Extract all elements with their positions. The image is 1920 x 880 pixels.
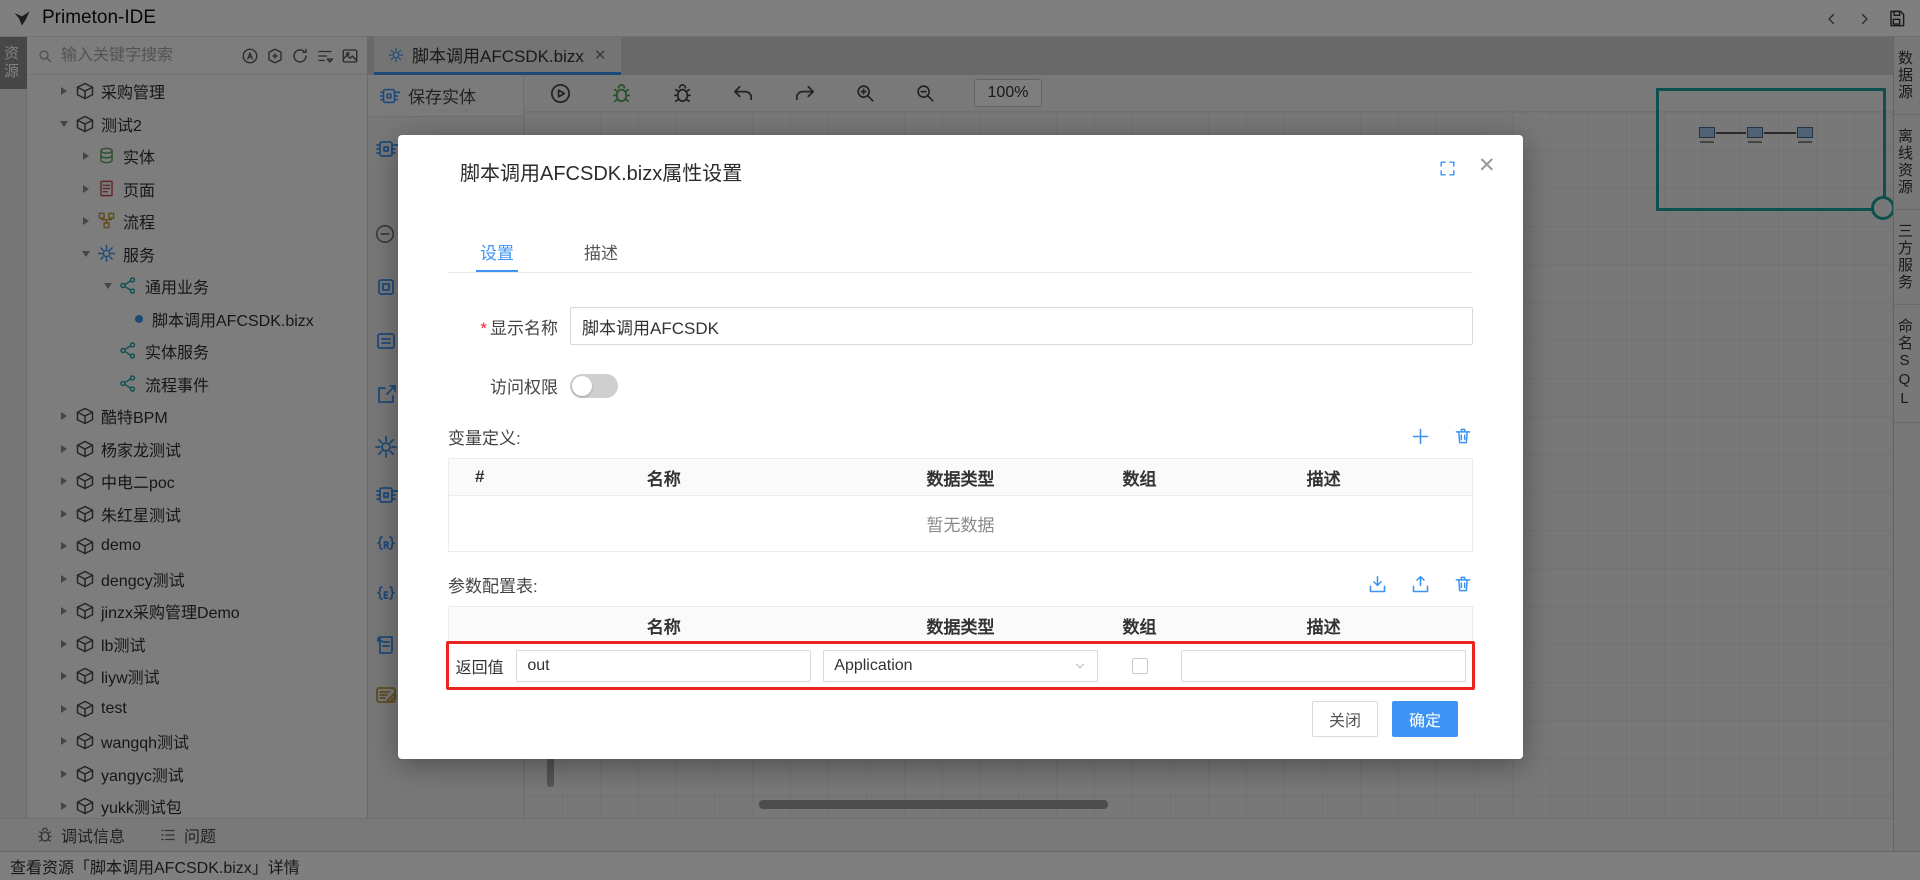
add-variable-icon[interactable]	[1410, 426, 1431, 447]
required-asterisk: *	[480, 319, 487, 338]
params-table-header: 名称 数据类型 数组 描述	[449, 607, 1472, 644]
access-label: 访问权限	[448, 373, 558, 398]
param-kind: 返回值	[449, 644, 510, 687]
display-name-row: *显示名称	[448, 307, 1473, 345]
chevron-down-icon	[1073, 659, 1087, 673]
close-button[interactable]: 关闭	[1312, 701, 1378, 737]
display-name-label: *显示名称	[448, 314, 558, 339]
export-params-icon[interactable]	[1410, 574, 1431, 595]
primeton-ide-window: Primeton-IDE 资源 采购管理 测试2 实体 页面	[0, 0, 1920, 880]
delete-param-icon[interactable]	[1453, 574, 1473, 595]
import-params-icon[interactable]	[1367, 574, 1388, 595]
column-header: 数组	[1104, 607, 1176, 643]
params-label: 参数配置表:	[448, 572, 538, 597]
column-header: 名称	[510, 607, 817, 643]
param-datatype-value: Application	[834, 657, 912, 675]
column-header: 描述	[1175, 459, 1472, 495]
ok-button[interactable]: 确定	[1392, 701, 1458, 737]
tab-description[interactable]: 描述	[580, 231, 622, 272]
display-name-input[interactable]	[570, 307, 1473, 345]
column-header: 描述	[1175, 607, 1472, 643]
properties-dialog: 脚本调用AFCSDK.bizx属性设置 ✕ 设置 描述 *显示名称 访问权限 变…	[398, 135, 1523, 759]
empty-state: 暂无数据	[449, 496, 1472, 552]
column-header: 名称	[510, 459, 817, 495]
dialog-title: 脚本调用AFCSDK.bizx属性设置	[460, 157, 742, 186]
tab-settings[interactable]: 设置	[476, 231, 518, 272]
params-table: 名称 数据类型 数组 描述 返回值 Application	[448, 606, 1473, 688]
param-description-input[interactable]	[1181, 650, 1466, 682]
column-header	[449, 607, 510, 643]
param-array-checkbox[interactable]	[1132, 658, 1148, 674]
dialog-tabs: 设置 描述	[448, 231, 1473, 273]
column-header: 数组	[1104, 459, 1176, 495]
variables-table: # 名称 数据类型 数组 描述 暂无数据	[448, 458, 1473, 552]
param-row-return-value: 返回值 Application	[449, 644, 1472, 688]
column-header: 数据类型	[817, 607, 1103, 643]
param-datatype-select[interactable]: Application	[823, 650, 1097, 682]
fullscreen-icon[interactable]	[1438, 159, 1457, 178]
variables-section-header: 变量定义:	[448, 424, 1473, 449]
access-row: 访问权限	[448, 373, 1473, 398]
delete-variable-icon[interactable]	[1453, 426, 1473, 447]
column-header: 数据类型	[817, 459, 1103, 495]
param-name-input[interactable]	[516, 650, 811, 682]
access-toggle[interactable]	[570, 374, 618, 398]
variables-table-header: # 名称 数据类型 数组 描述	[449, 459, 1472, 496]
close-icon[interactable]: ✕	[1478, 153, 1496, 178]
variables-label: 变量定义:	[448, 424, 521, 449]
column-header: #	[449, 459, 510, 495]
params-section-header: 参数配置表:	[448, 572, 1473, 597]
